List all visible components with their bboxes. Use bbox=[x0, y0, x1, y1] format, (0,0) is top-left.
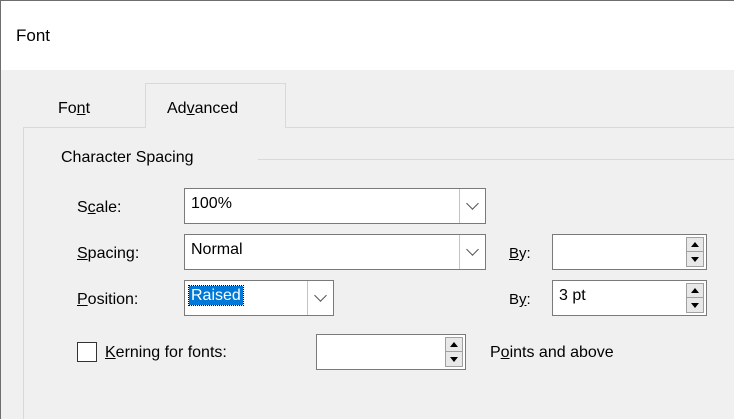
triangle-down-icon bbox=[450, 356, 458, 362]
window-title: Font bbox=[16, 26, 51, 45]
scale-dropdown-button[interactable] bbox=[459, 189, 485, 223]
tab-strip-border bbox=[23, 127, 734, 128]
position-by-value: 3 pt bbox=[559, 287, 586, 304]
kerning-suffix-label: Points and above bbox=[490, 344, 614, 361]
spin-up-button[interactable] bbox=[687, 238, 703, 252]
scale-value: 100% bbox=[191, 195, 232, 212]
triangle-down-icon bbox=[691, 302, 699, 308]
kerning-points-spinner[interactable] bbox=[316, 334, 466, 370]
triangle-up-icon bbox=[691, 288, 699, 293]
kerning-spin-buttons[interactable] bbox=[445, 337, 463, 367]
chevron-down-icon bbox=[314, 289, 327, 302]
position-by-spin-buttons[interactable] bbox=[686, 283, 704, 313]
position-combobox[interactable]: Raised bbox=[184, 280, 334, 316]
spacing-label: Spacing: bbox=[77, 245, 140, 262]
spacing-by-spin-buttons[interactable] bbox=[686, 237, 704, 267]
spin-up-button[interactable] bbox=[687, 284, 703, 298]
tab-advanced-label[interactable]: Advanced bbox=[167, 100, 238, 118]
tab-panel-border bbox=[23, 127, 24, 419]
spin-up-button[interactable] bbox=[446, 338, 462, 352]
title-bar bbox=[1, 1, 734, 70]
scale-combobox[interactable]: 100% bbox=[184, 188, 486, 224]
position-by-label: By: bbox=[509, 291, 531, 308]
spin-down-button[interactable] bbox=[687, 298, 703, 312]
triangle-down-icon bbox=[691, 256, 699, 262]
kerning-checkbox[interactable] bbox=[77, 342, 97, 362]
spacing-by-label: By: bbox=[509, 245, 531, 262]
tab-font[interactable]: Font bbox=[58, 100, 90, 118]
chevron-down-icon bbox=[466, 197, 479, 210]
position-by-spinner[interactable]: 3 pt bbox=[552, 280, 707, 316]
spacing-by-spinner[interactable] bbox=[552, 234, 707, 270]
group-label-character-spacing: Character Spacing bbox=[61, 149, 200, 167]
spacing-dropdown-button[interactable] bbox=[459, 235, 485, 269]
chevron-down-icon bbox=[466, 243, 479, 256]
spacing-combobox[interactable]: Normal bbox=[184, 234, 486, 270]
spacing-value: Normal bbox=[191, 241, 243, 258]
position-value: Raised bbox=[188, 285, 244, 306]
kerning-label: Kerning for fonts: bbox=[105, 344, 227, 361]
position-label: Position: bbox=[77, 291, 139, 308]
spin-down-button[interactable] bbox=[687, 252, 703, 266]
triangle-up-icon bbox=[691, 242, 699, 247]
spin-down-button[interactable] bbox=[446, 352, 462, 366]
triangle-up-icon bbox=[450, 342, 458, 347]
group-divider bbox=[258, 159, 734, 160]
scale-label: Scale: bbox=[77, 199, 122, 216]
position-dropdown-button[interactable] bbox=[307, 281, 333, 315]
